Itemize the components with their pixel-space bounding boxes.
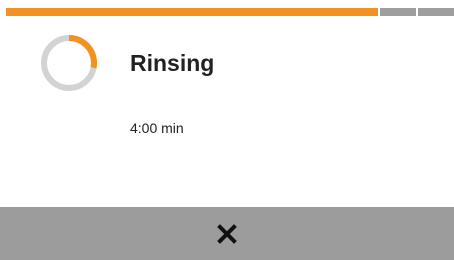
close-icon xyxy=(216,223,238,245)
progress-fill xyxy=(6,8,378,16)
status-panel: Rinsing 4:00 min xyxy=(0,16,454,206)
progress-ring xyxy=(41,35,97,91)
progress-remaining-segments xyxy=(377,8,454,16)
progress-ring-icon xyxy=(38,32,100,94)
close-button[interactable] xyxy=(195,207,259,260)
progress-bar xyxy=(6,8,454,16)
progress-segment xyxy=(415,8,454,16)
footer-bar xyxy=(0,207,454,260)
remaining-time: 4:00 min xyxy=(130,120,184,136)
progress-segment xyxy=(377,8,416,16)
program-title: Rinsing xyxy=(130,50,215,76)
